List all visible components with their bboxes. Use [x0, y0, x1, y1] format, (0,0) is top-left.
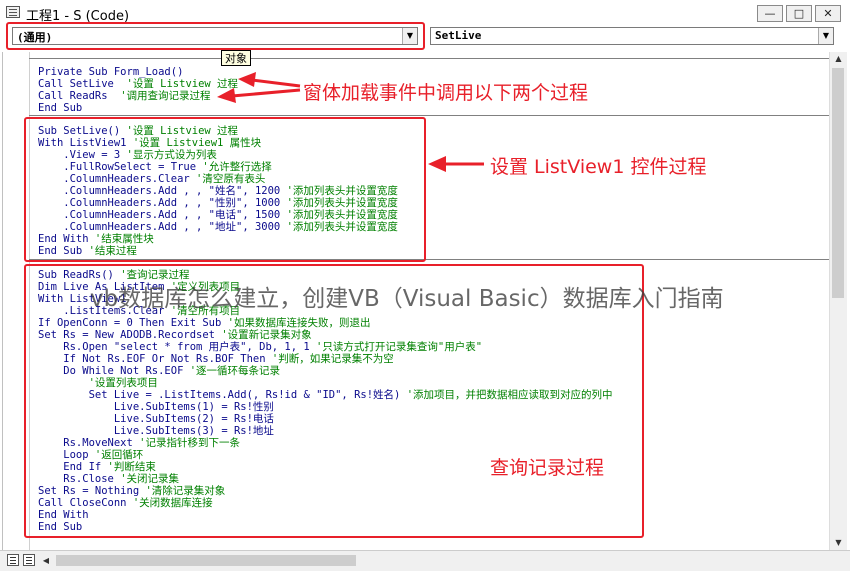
procedure-separator [29, 58, 829, 59]
code-statement: Call ReadRs [38, 90, 121, 102]
close-button[interactable]: ✕ [815, 5, 841, 22]
scroll-thumb[interactable] [832, 68, 844, 298]
code-block-form-load[interactable]: Private Sub Form_Load() Call SetLive '设置 … [38, 66, 238, 114]
chevron-down-icon[interactable]: ▼ [818, 28, 833, 44]
scroll-up-icon[interactable]: ▲ [830, 52, 847, 66]
maximize-button[interactable]: □ [786, 5, 812, 22]
code-line[interactable]: Call SetLive '设置 Listview 过程 [38, 78, 238, 90]
annotation-box-combos [6, 22, 425, 50]
code-comment: '设置 Listview 过程 [126, 78, 239, 90]
minimize-icon: — [764, 7, 776, 20]
annotation-box-setlive [24, 117, 426, 262]
procedure-combo[interactable]: SetLive ▼ [430, 27, 834, 45]
code-line[interactable]: Call ReadRs '调用查询记录过程 [38, 90, 238, 102]
maximize-icon: □ [793, 7, 805, 20]
procedure-separator [29, 115, 829, 116]
close-icon: ✕ [823, 7, 833, 20]
vertical-scrollbar[interactable]: ▲ ▼ [829, 52, 847, 550]
annotation-readrs: 查询记录过程 [490, 457, 605, 479]
code-statement: Call SetLive [38, 78, 127, 90]
scroll-down-icon[interactable]: ▼ [830, 536, 847, 550]
full-module-view-icon[interactable] [23, 554, 35, 566]
app-icon[interactable] [6, 6, 20, 18]
horizontal-scroll-thumb[interactable] [56, 555, 356, 566]
tooltip: 对象 [221, 50, 251, 66]
annotation-setlive: 设置 ListView1 控件过程 [490, 156, 707, 178]
code-statement: End Sub [38, 102, 83, 114]
procedure-combo-value: SetLive [435, 29, 482, 42]
horizontal-scrollbar[interactable]: ◀ [0, 550, 850, 571]
watermark-caption: vb数据库怎么建立，创建VB（Visual Basic）数据库入门指南 [90, 286, 724, 312]
code-line[interactable]: End Sub [38, 102, 238, 114]
procedure-view-icon[interactable] [7, 554, 19, 566]
scroll-left-icon[interactable]: ◀ [40, 554, 52, 568]
minimize-button[interactable]: — [757, 5, 783, 22]
code-comment: '调用查询记录过程 [120, 90, 211, 102]
code-statement: Private Sub Form_Load() [38, 66, 184, 78]
code-line[interactable]: Private Sub Form_Load() [38, 66, 238, 78]
annotation-form-load: 窗体加载事件中调用以下两个过程 [303, 82, 589, 104]
